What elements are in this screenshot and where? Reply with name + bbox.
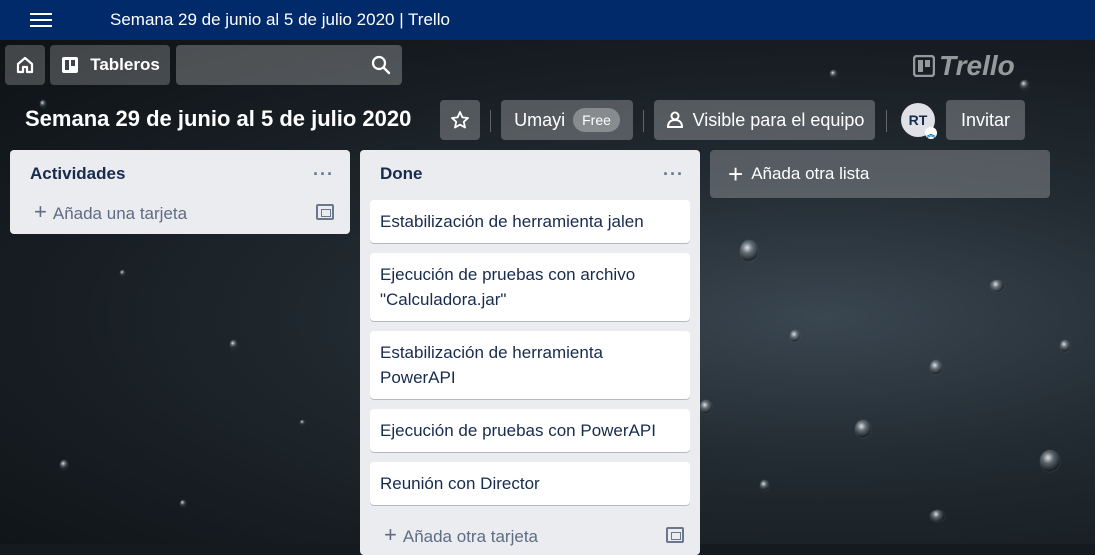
header-divider (490, 110, 491, 132)
list-menu-icon[interactable]: ··· (313, 164, 334, 185)
boards-label: Tableros (90, 55, 160, 74)
visibility-label: Visible para el equipo (692, 109, 865, 130)
boards-icon (62, 57, 79, 73)
invite-label: Invitar (960, 109, 1011, 130)
admin-chevron-icon: ︽ (925, 127, 937, 139)
header-divider (643, 110, 644, 132)
trello-logo-text: Trello (939, 50, 1015, 81)
add-card-label: Añada una tarjeta (52, 204, 188, 223)
search-input[interactable] (176, 45, 402, 85)
add-card-button[interactable]: + Añada otra tarjeta (360, 515, 700, 555)
member-initials: RT (908, 112, 928, 128)
card[interactable]: Estabilización de herramienta PowerAPI (370, 331, 690, 399)
list-header: Actividades ··· (10, 150, 350, 198)
window-titlebar: Semana 29 de junio al 5 de julio 2020 | … (0, 0, 1095, 40)
add-card-label: Añada otra tarjeta (402, 527, 539, 546)
list-done: Done ··· Estabilización de herramienta j… (360, 150, 700, 555)
plus-icon: + (34, 199, 47, 224)
star-icon (451, 111, 469, 129)
card[interactable]: Ejecución de pruebas con archivo "Calcul… (370, 253, 690, 321)
add-list-button[interactable]: + Añada otra lista (710, 150, 1050, 198)
boards-button[interactable]: Tableros (50, 45, 170, 85)
trello-logo-icon (913, 55, 935, 77)
list-title[interactable]: Actividades (30, 164, 125, 184)
visibility-button[interactable]: Visible para el equipo (654, 100, 875, 140)
invite-button[interactable]: Invitar (946, 100, 1025, 140)
home-button[interactable] (5, 45, 45, 85)
plus-icon: + (384, 522, 397, 547)
plan-badge: Free (573, 108, 620, 132)
header-divider (886, 110, 887, 132)
list-title[interactable]: Done (380, 164, 423, 184)
team-visibility-icon (666, 111, 683, 128)
board-title[interactable]: Semana 29 de junio al 5 de julio 2020 (25, 106, 411, 132)
star-button[interactable] (440, 100, 480, 140)
card[interactable]: Ejecución de pruebas con PowerAPI (370, 409, 690, 452)
card-template-icon[interactable] (316, 204, 334, 220)
trello-logo[interactable]: Trello (913, 50, 1015, 82)
add-list-label: Añada otra lista (751, 164, 870, 183)
list-menu-icon[interactable]: ··· (663, 164, 684, 185)
plus-icon: + (728, 158, 744, 189)
add-card-button[interactable]: + Añada una tarjeta (10, 192, 350, 232)
member-avatar[interactable]: RT ︽ (901, 103, 937, 139)
card[interactable]: Estabilización de herramienta jalen (370, 200, 690, 243)
card-template-icon[interactable] (666, 527, 684, 543)
hamburger-menu-icon[interactable] (30, 13, 52, 27)
team-button[interactable]: Umayi Free (501, 100, 633, 140)
list-header: Done ··· (360, 150, 700, 198)
card[interactable]: Reunión con Director (370, 462, 690, 505)
home-icon (16, 56, 34, 74)
list-actividades: Actividades ··· + Añada una tarjeta (10, 150, 350, 234)
window-title: Semana 29 de junio al 5 de julio 2020 | … (110, 10, 450, 29)
team-label: Umayi (514, 109, 566, 130)
search-icon (371, 55, 391, 75)
